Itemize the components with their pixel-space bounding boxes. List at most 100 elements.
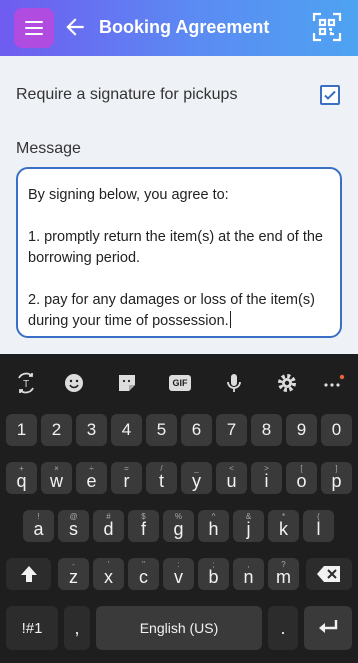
mic-icon[interactable] — [221, 370, 247, 396]
key-secondary-label: * — [281, 512, 286, 521]
key-label: u — [226, 470, 237, 491]
key-s[interactable]: @ s — [58, 510, 89, 542]
key-t[interactable]: / t — [146, 462, 177, 494]
key-k[interactable]: * k — [268, 510, 299, 542]
key-label: h — [208, 518, 219, 539]
key-label: w — [50, 470, 63, 491]
key-i[interactable]: > i — [251, 462, 282, 494]
key-secondary-label: < — [229, 464, 234, 473]
translate-icon[interactable]: T — [13, 370, 39, 396]
key-label: g — [173, 518, 184, 539]
key-g[interactable]: % g — [163, 510, 194, 542]
key-h[interactable]: ^ h — [198, 510, 229, 542]
message-line-3: 2. pay for any damages or loss of the it… — [28, 292, 315, 329]
key-o[interactable]: [o — [286, 462, 317, 494]
key-z[interactable]: -z — [58, 558, 89, 590]
key-secondary-label: , — [247, 560, 250, 569]
key-b[interactable]: ; b — [198, 558, 229, 590]
shift-key[interactable] — [6, 558, 51, 590]
key-label: . — [280, 617, 286, 638]
key-label: 1 — [16, 420, 27, 439]
key-label: 2 — [51, 420, 62, 439]
shift-icon — [20, 566, 37, 582]
key-label: English (US) — [139, 620, 219, 636]
key-4[interactable]: 4 — [111, 414, 142, 446]
key-secondary-label: _ — [194, 464, 199, 473]
message-line-1: By signing below, you agree to: — [28, 187, 229, 203]
key-secondary-label: + — [19, 464, 24, 473]
settings-icon[interactable] — [274, 370, 300, 396]
key-label: q — [16, 470, 27, 491]
key-q[interactable]: + q — [6, 462, 37, 494]
key-m[interactable]: ? m — [268, 558, 299, 590]
key-label: d — [103, 518, 114, 539]
key-label: f — [140, 518, 146, 539]
key-v[interactable]: :v — [163, 558, 194, 590]
key-secondary-label: ; — [212, 560, 215, 569]
qr-scan-icon[interactable] — [312, 12, 342, 42]
key-label: 0 — [331, 420, 342, 439]
key-5[interactable]: 5 — [146, 414, 177, 446]
emoji-icon[interactable] — [61, 370, 87, 396]
key-secondary-label: / — [160, 464, 163, 473]
key-7[interactable]: 7 — [216, 414, 247, 446]
key-r[interactable]: = r — [111, 462, 142, 494]
key-label: a — [33, 518, 44, 539]
key-d[interactable]: # d — [93, 510, 124, 542]
key-secondary-label: ] — [335, 464, 338, 473]
key-6[interactable]: 6 — [181, 414, 212, 446]
key-label: 8 — [261, 420, 272, 439]
svg-text:T: T — [23, 379, 29, 390]
key-label: r — [123, 470, 130, 491]
menu-icon[interactable] — [14, 8, 54, 48]
key-label: m — [276, 566, 291, 587]
comma-key[interactable]: , — [64, 606, 90, 650]
key-l[interactable]: (l — [303, 510, 334, 542]
key-secondary-label: # — [106, 512, 111, 521]
message-textarea[interactable]: By signing below, you agree to: 1. promp… — [16, 167, 342, 338]
key-label: y — [192, 470, 201, 491]
gif-icon[interactable]: GIF — [167, 370, 193, 396]
key-2[interactable]: 2 — [41, 414, 72, 446]
key-u[interactable]: < u — [216, 462, 247, 494]
key-c[interactable]: " c — [128, 558, 159, 590]
key-secondary-label: ^ — [211, 512, 216, 521]
key-secondary-label: ? — [281, 560, 286, 569]
key-e[interactable]: ÷ e — [76, 462, 107, 494]
message-label: Message — [16, 140, 81, 157]
key-9[interactable]: 9 — [286, 414, 317, 446]
enter-key[interactable] — [304, 606, 352, 650]
sticker-icon[interactable] — [114, 370, 140, 396]
key-3[interactable]: 3 — [76, 414, 107, 446]
key-label: 4 — [121, 420, 132, 439]
key-label: k — [279, 518, 288, 539]
key-x[interactable]: ' x — [93, 558, 124, 590]
key-label: 6 — [191, 420, 202, 439]
key-secondary-label: ' — [107, 560, 110, 569]
key-y[interactable]: _ y — [181, 462, 212, 494]
spacebar-key[interactable]: English (US) — [96, 606, 262, 650]
key-p[interactable]: ] p — [321, 462, 352, 494]
backspace-key[interactable] — [306, 558, 352, 590]
page-title: Booking Agreement — [99, 17, 270, 37]
key-secondary-label: × — [54, 464, 59, 473]
key-w[interactable]: × w — [41, 462, 72, 494]
symbols-key[interactable]: !#1 — [6, 606, 58, 650]
period-key[interactable]: . — [268, 606, 298, 650]
key-n[interactable]: ,n — [233, 558, 264, 590]
key-j[interactable]: & j — [233, 510, 264, 542]
key-1[interactable]: 1 — [6, 414, 37, 446]
back-arrow-icon[interactable] — [62, 14, 88, 40]
key-8[interactable]: 8 — [251, 414, 282, 446]
key-f[interactable]: $ f — [128, 510, 159, 542]
key-secondary-label: " — [142, 560, 145, 569]
key-label: i — [264, 470, 269, 491]
key-secondary-label: = — [124, 464, 129, 473]
signature-checkbox[interactable] — [320, 85, 340, 105]
more-icon[interactable] — [320, 370, 346, 396]
key-label: v — [174, 566, 183, 587]
key-0[interactable]: 0 — [321, 414, 352, 446]
key-a[interactable]: ! a — [23, 510, 54, 542]
key-label: , — [74, 617, 80, 638]
key-label: e — [86, 470, 97, 491]
